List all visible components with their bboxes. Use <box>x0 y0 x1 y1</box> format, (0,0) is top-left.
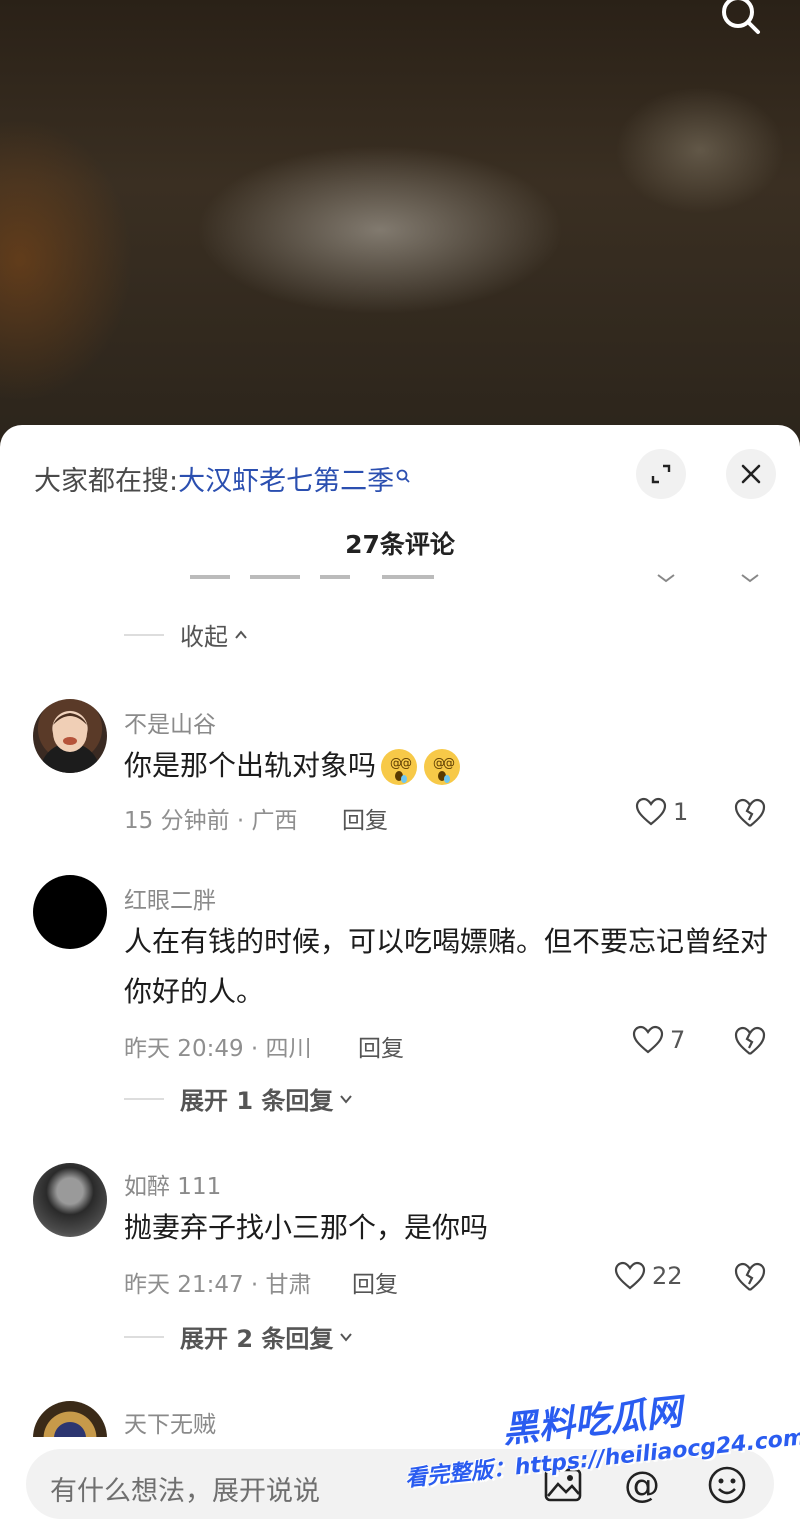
dislike-button[interactable] <box>733 1261 767 1293</box>
comment-meta: 15 分钟前 · 广西 <box>124 808 298 834</box>
search-icon[interactable] <box>718 0 766 40</box>
emoji-icon[interactable] <box>706 1464 748 1506</box>
expand-replies-button[interactable]: 展开 1 条回复 <box>124 1081 353 1116</box>
comment-username[interactable]: 天下无贼 <box>124 1405 216 1439</box>
like-count: 1 <box>673 798 689 826</box>
reply-button[interactable]: 回复 <box>358 1029 404 1063</box>
search-icon <box>396 461 412 483</box>
chevron-down-icon <box>340 1094 353 1104</box>
video-background <box>0 0 800 460</box>
divider <box>124 1335 164 1338</box>
expand-icon <box>651 464 671 484</box>
hot-search-term[interactable]: 大汉虾老七第二季 <box>178 466 394 497</box>
comment-text: 人在有钱的时候，可以吃喝嫖赌。但不要忘记曾经对你好的人。 <box>124 925 769 1008</box>
chevron-down-icon <box>340 1332 353 1342</box>
avatar[interactable] <box>33 875 107 949</box>
dizzy-face-emoji-icon: @ @ <box>422 747 462 787</box>
comments-sheet: 大家都在搜:大汉虾老七第二季 27条评论 收起 不是山谷 你是那个出轨对象吗 @… <box>0 425 800 1519</box>
comment-content: 你是那个出轨对象吗 @ @ @ @ <box>124 741 774 791</box>
divider <box>124 633 164 636</box>
reply-button[interactable]: 回复 <box>342 801 388 835</box>
avatar[interactable] <box>33 699 107 773</box>
comment-text: 你是那个出轨对象吗 <box>124 749 377 782</box>
close-icon <box>741 464 761 484</box>
dislike-button[interactable] <box>733 1025 767 1057</box>
comment-meta: 昨天 20:49 · 四川 <box>124 1036 312 1062</box>
like-button[interactable]: 22 <box>614 1261 683 1291</box>
like-button[interactable]: 7 <box>632 1025 685 1055</box>
comment-username[interactable]: 不是山谷 <box>124 705 216 739</box>
comment-text: 抛妻弃子找小三那个，是你吗 <box>124 1211 489 1244</box>
collapse-label: 收起 <box>180 623 228 651</box>
broken-heart-icon <box>734 798 766 827</box>
heart-icon <box>614 1261 646 1290</box>
clipped-comment-row <box>0 573 800 593</box>
expand-replies-label: 展开 1 条回复 <box>180 1087 334 1115</box>
heart-icon <box>632 1025 664 1054</box>
expand-replies-label: 展开 2 条回复 <box>180 1325 334 1353</box>
hot-search-prefix: 大家都在搜: <box>34 466 179 497</box>
hot-search[interactable]: 大家都在搜:大汉虾老七第二季 <box>34 459 412 498</box>
comment-username[interactable]: 红眼二胖 <box>124 881 216 915</box>
expand-button[interactable] <box>636 449 686 499</box>
mention-icon[interactable]: @ <box>622 1464 664 1506</box>
like-button[interactable]: 1 <box>635 797 688 827</box>
like-count: 22 <box>652 1262 683 1290</box>
avatar[interactable] <box>33 1163 107 1237</box>
heart-icon <box>635 797 667 826</box>
like-count: 7 <box>670 1026 686 1054</box>
dizzy-face-emoji-icon: @ @ <box>379 747 419 787</box>
chevron-up-icon <box>235 629 247 639</box>
comment-count: 27条评论 <box>345 530 455 559</box>
close-button[interactable] <box>726 449 776 499</box>
comment-input-placeholder: 有什么想法，展开说说 <box>50 1476 320 1507</box>
svg-text:@: @ <box>443 756 455 770</box>
comment-meta: 昨天 21:47 · 甘肃 <box>124 1272 312 1298</box>
reply-button[interactable]: 回复 <box>352 1265 398 1299</box>
expand-replies-button[interactable]: 展开 2 条回复 <box>124 1319 353 1354</box>
collapse-replies-button[interactable]: 收起 <box>124 617 248 652</box>
divider <box>124 1097 164 1100</box>
dislike-button[interactable] <box>733 797 767 829</box>
broken-heart-icon <box>734 1262 766 1291</box>
svg-text:@: @ <box>400 756 412 770</box>
broken-heart-icon <box>734 1026 766 1055</box>
comment-username[interactable]: 如醉 111 <box>124 1167 221 1201</box>
svg-text:@: @ <box>624 1465 660 1506</box>
